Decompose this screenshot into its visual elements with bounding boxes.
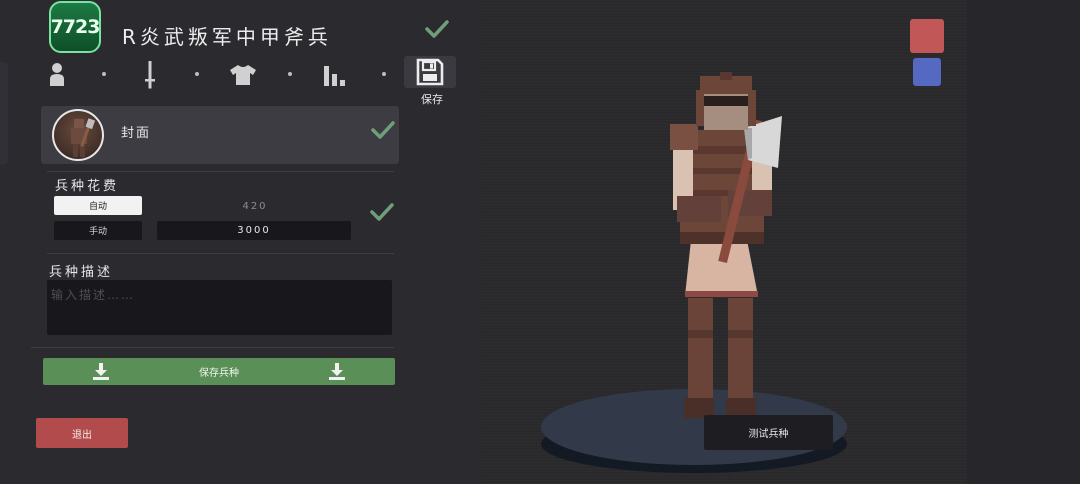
unit-name-title: R炎武叛军中甲斧兵 [122,25,332,49]
exit-button[interactable]: 退出 [36,418,128,448]
tab-separator-dot [195,72,199,76]
auto-cost-value: 420 [242,201,268,212]
side-drawer-handle[interactable] [0,62,8,164]
section-divider [47,171,394,172]
person-icon [50,63,64,86]
unit-model [670,72,782,418]
team-red-button[interactable] [910,19,944,53]
tab-separator-dot [288,72,292,76]
editor-tabs [40,56,460,92]
manual-cost-input[interactable]: 3000 [157,221,351,240]
cover-label: 封面 [121,126,152,141]
stats-icon [324,66,345,86]
sword-icon [145,61,155,89]
section-divider [47,253,394,254]
cost-section-label: 兵种花费 [55,179,120,194]
unit-preview-viewport[interactable] [482,0,967,484]
editor-panel: 7723 R炎武叛军中甲斧兵 保存 封面 兵种花费 自动 420 手动 3000… [0,0,482,484]
download-icon [329,363,345,380]
tab-weapon[interactable] [135,60,165,90]
test-unit-button[interactable]: 测试兵种 [704,415,833,450]
right-margin [967,0,1080,484]
manual-cost-button[interactable]: 手动 [54,221,142,240]
save-tab-label: 保存 [421,93,443,106]
tab-save[interactable] [404,56,456,88]
cost-check-icon[interactable] [369,201,395,223]
cover-check-icon[interactable] [370,119,396,141]
save-unit-button[interactable]: 保存兵种 [43,358,395,385]
tab-clothing[interactable] [228,60,258,90]
team-blue-button[interactable] [913,58,941,86]
tab-separator-dot [382,72,386,76]
cover-row[interactable]: 封面 [41,106,399,164]
tab-separator-dot [102,72,106,76]
description-placeholder: 输入描述…… [51,288,136,302]
section-divider [31,347,394,348]
tab-character[interactable] [42,60,72,90]
description-section-label: 兵种描述 [49,265,114,280]
cover-thumbnail[interactable] [52,109,104,161]
save-disk-icon [416,58,444,86]
auto-cost-button[interactable]: 自动 [54,196,142,215]
title-confirm-check-icon[interactable] [424,18,450,40]
shirt-icon [230,65,256,85]
unit-portrait-icon [71,118,96,157]
unit-preview-scene [541,72,847,473]
description-input[interactable]: 输入描述…… [47,280,392,335]
tab-stats[interactable] [322,60,352,90]
app-logo-badge: 7723 [49,1,101,53]
